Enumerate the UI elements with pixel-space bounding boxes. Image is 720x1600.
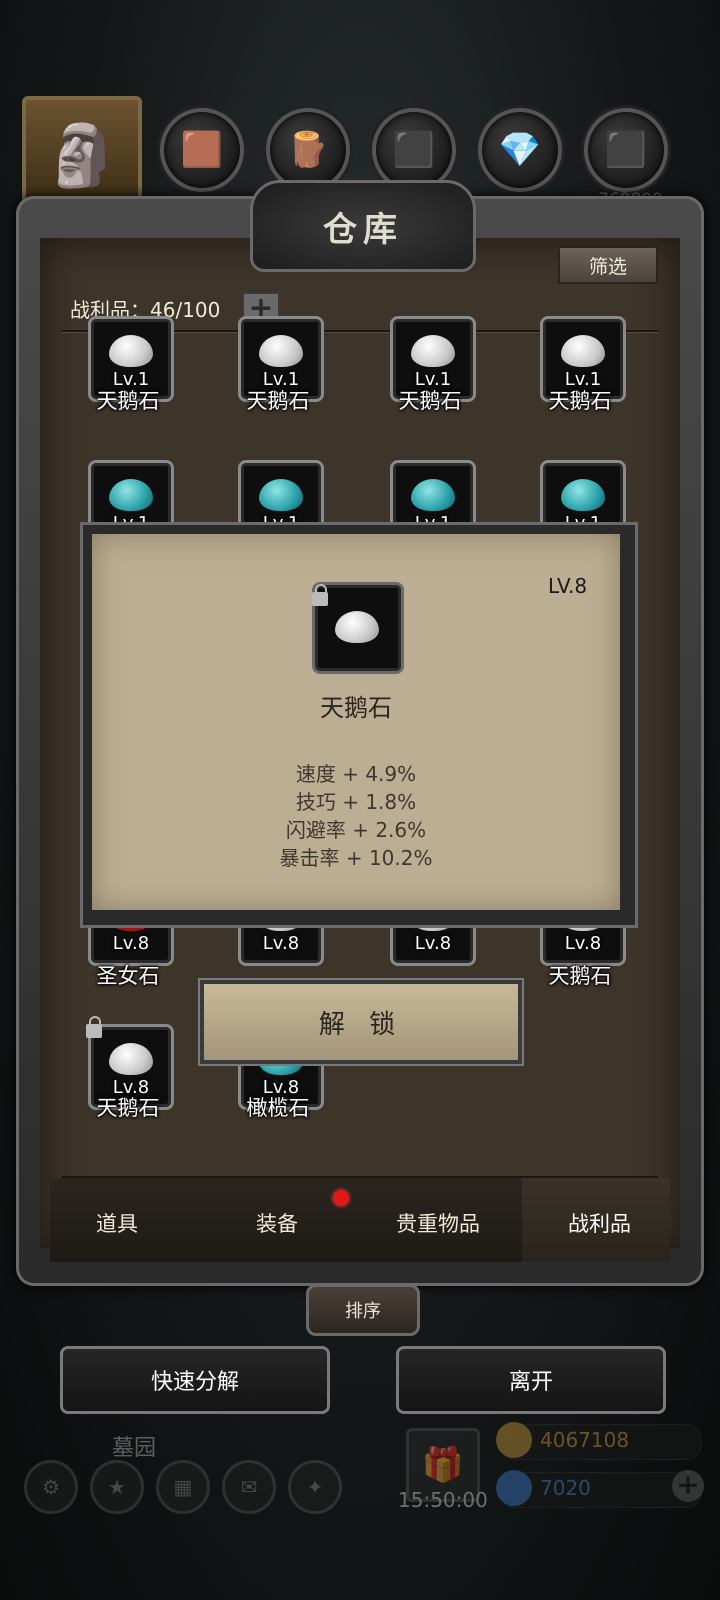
title-plate: 仓库 [250,180,476,272]
quick-decompose-button[interactable]: 快速分解 [60,1346,330,1414]
item-name: 天鹅石 [548,389,612,413]
crystal-icon: 💎 [498,130,542,170]
tab-equipment[interactable]: 装备 [256,1208,298,1238]
stat-crit: 暴击率 + 10.2% [279,846,433,870]
tab-loot[interactable]: 战利品 [568,1208,631,1238]
crystal-resource[interactable]: 💎 [478,108,562,192]
map-icon[interactable]: ▦ [156,1460,210,1514]
gem-icon [335,611,379,643]
metal-resource[interactable]: ⬛ [584,108,668,192]
tab-valuables[interactable]: 贵重物品 [396,1208,480,1238]
item-level: Lv.8 [564,933,602,954]
item-level: Lv.8 [262,933,300,954]
gold-coin-icon [496,1422,532,1458]
gem-icon [259,479,303,511]
gem-icon [109,479,153,511]
angel-statue-icon: 🗿 [44,120,120,191]
lock-icon [312,584,328,606]
leather-resource[interactable]: 🟫 [160,108,244,192]
gold-amount: 4067108 [540,1428,630,1452]
gem-icon [109,335,153,367]
add-gems-button[interactable]: + [672,1470,704,1502]
item-name: 天鹅石 [96,389,160,413]
item-name: 天鹅石 [96,1096,160,1120]
gem-icon [259,335,303,367]
metal-icon: ⬛ [604,130,648,170]
blue-gem-icon [496,1470,532,1506]
item-name: 天鹅石 [548,964,612,988]
item-name: 橄榄石 [246,1096,310,1120]
leave-button[interactable]: 离开 [396,1346,666,1414]
tab-items[interactable]: 道具 [96,1208,138,1238]
iron-icon: ⬛ [392,130,436,170]
popup-item-name: 天鹅石 [320,694,392,722]
item-name: 天鹅石 [246,389,310,413]
popup-level: LV.8 [548,574,588,598]
wood-icon: 🪵 [286,130,330,170]
panel-title: 仓库 [323,209,403,250]
stat-speed: 速度 + 4.9% [295,762,417,786]
item-level: Lv.8 [414,933,452,954]
gift-timer: 15:50:00 [398,1488,488,1512]
settings-icon[interactable]: ⚙ [24,1460,78,1514]
gem-icon [561,479,605,511]
stat-dodge: 闪避率 + 2.6% [285,818,427,842]
unlock-button[interactable]: 解 锁 [200,980,522,1064]
location-label: 墓园 [112,1436,157,1461]
gem-icon [109,1043,153,1075]
lock-icon [86,1016,102,1038]
item-name: 天鹅石 [398,389,462,413]
item-name: 圣女石 [96,964,160,988]
stat-skill: 技巧 + 1.8% [295,790,417,814]
leather-icon: 🟫 [180,130,224,170]
item-level: Lv.8 [112,933,150,954]
gem-icon [561,335,605,367]
mail-icon[interactable]: ✉ [222,1460,276,1514]
gem-icon [411,479,455,511]
filter-button[interactable]: 筛选 [558,246,658,284]
achievement-icon[interactable]: ★ [90,1460,144,1514]
notification-dot [333,1190,349,1206]
guild-icon[interactable]: ✦ [288,1460,342,1514]
sort-button[interactable]: 排序 [306,1284,420,1336]
gem-amount: 7020 [540,1476,591,1500]
gem-icon [411,335,455,367]
